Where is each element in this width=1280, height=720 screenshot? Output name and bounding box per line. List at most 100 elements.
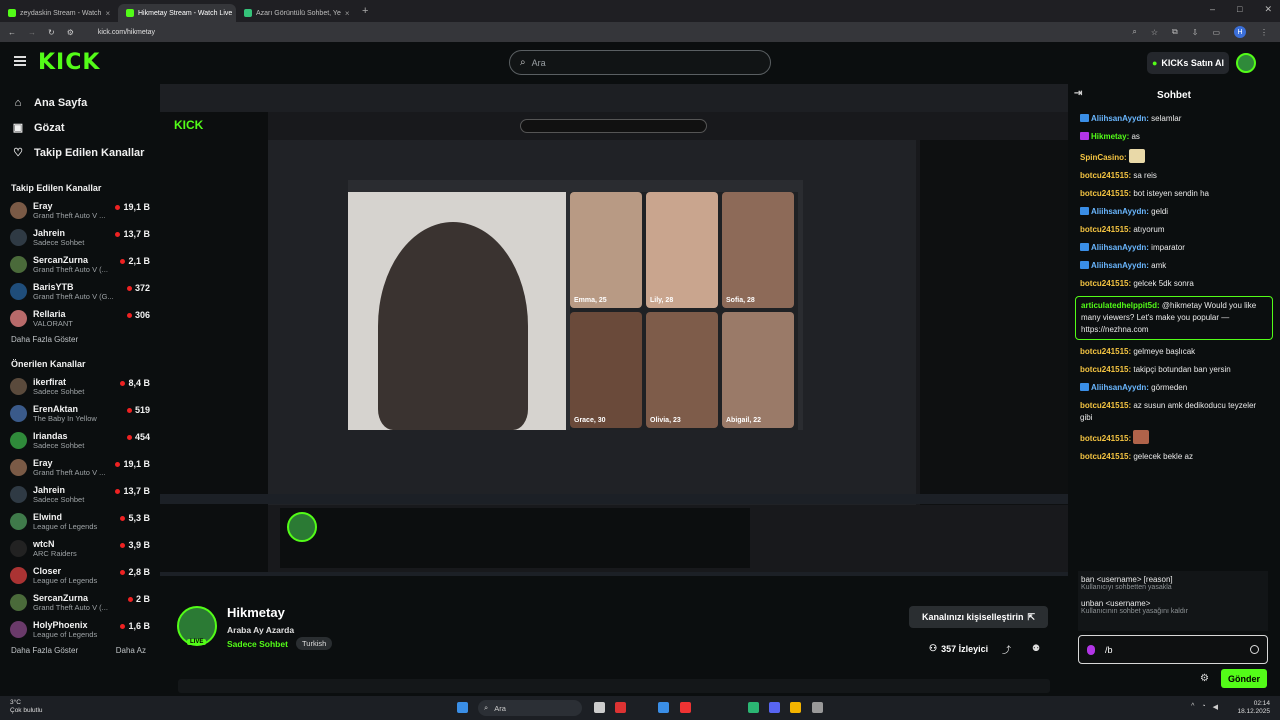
chat-text: amk — [1151, 261, 1167, 270]
search-input[interactable]: ⌕ Ara — [509, 50, 771, 75]
personalize-channel-button[interactable]: Kanalınızı kişiselleştirin ⇱ — [909, 606, 1048, 628]
close-window-button[interactable]: ✕ — [1264, 4, 1272, 15]
bookmark-star-icon[interactable]: ☆ — [1151, 28, 1158, 37]
nav-item-2[interactable]: ♡ Takip Edilen Kanallar — [0, 140, 160, 165]
tab-close-icon[interactable]: × — [105, 9, 110, 18]
streamer-name[interactable]: Hikmetay — [227, 605, 285, 620]
opera-icon[interactable] — [680, 702, 691, 713]
chat-username[interactable]: Hikmetay — [1091, 132, 1127, 141]
chat-username[interactable]: AliihsanAyydn — [1091, 383, 1146, 392]
site-header: KICK ⌕ Ara ● KICKs Satın Al — [0, 42, 1280, 84]
recommended-show-less[interactable]: Daha Az — [116, 646, 146, 658]
steam-icon[interactable] — [748, 702, 759, 713]
recommended-show-more[interactable]: Daha Fazla Göster — [11, 646, 78, 658]
file-explorer-icon[interactable] — [594, 702, 605, 713]
followed-show-more[interactable]: Daha Fazla Göster — [0, 335, 160, 347]
channel-item[interactable]: Closer League of Legends 2,8 B — [0, 562, 160, 589]
channel-item[interactable]: Elwind League of Legends 5,3 B — [0, 508, 160, 535]
minimize-button[interactable]: – — [1210, 4, 1215, 15]
collapse-chat-icon[interactable]: ⇥ — [1074, 88, 1082, 99]
weather-widget[interactable]: 3°C Çok bulutlu — [10, 699, 43, 715]
edge-icon[interactable] — [658, 702, 669, 713]
split-view-icon[interactable]: ▭ — [1212, 28, 1220, 37]
chat-username[interactable]: AliihsanAyydn — [1091, 114, 1146, 123]
nav-item-0[interactable]: ⌂ Ana Sayfa — [0, 90, 160, 115]
chat-username[interactable]: botcu241515 — [1080, 452, 1128, 461]
browser-tab[interactable]: zeydaskin Stream - Watch × — [0, 4, 118, 22]
volume-icon[interactable]: ◀ — [1213, 703, 1218, 711]
site-info-icon[interactable]: ⚙ — [67, 28, 74, 37]
chat-username[interactable]: botcu241515 — [1080, 189, 1128, 198]
channel-item[interactable]: Jahrein Sadece Sohbet 13,7 B — [0, 481, 160, 508]
profile-avatar[interactable]: H — [1234, 26, 1246, 38]
chat-username[interactable]: botcu241515 — [1080, 347, 1128, 356]
wifi-icon[interactable]: ◔ — [1201, 703, 1205, 711]
chat-message: Hikmetay: as — [1068, 128, 1280, 146]
browser-menu-icon[interactable]: ⋮ — [1260, 28, 1268, 37]
reload-icon[interactable]: ↻ — [48, 28, 55, 37]
browser-tab[interactable]: Azarı Görüntülü Sohbet, Ye × — [236, 4, 354, 22]
chat-username[interactable]: botcu241515 — [1080, 225, 1128, 234]
channel-info: ErenAktan The Baby In Yellow — [33, 404, 121, 423]
nav-item-1[interactable]: ▣ Gözat — [0, 115, 160, 140]
discord-icon[interactable] — [769, 702, 780, 713]
downloads-icon[interactable]: ⇩ — [1192, 28, 1199, 37]
channel-item[interactable]: SercanZurna Grand Theft Auto V (... 2 B — [0, 589, 160, 616]
channel-item[interactable]: Jahrein Sadece Sohbet 13,7 B — [0, 224, 160, 251]
channel-item[interactable]: BarisYTB Grand Theft Auto V (G... 372 — [0, 278, 160, 305]
language-tag[interactable]: Turkish — [296, 637, 333, 650]
channel-item[interactable]: wtcN ARC Raiders 3,9 B — [0, 535, 160, 562]
share-icon[interactable]: ⤴ — [1002, 643, 1011, 656]
chat-username[interactable]: SpinCasino — [1080, 153, 1124, 162]
channel-item[interactable]: ikerfirat Sadece Sohbet 8,4 B — [0, 373, 160, 400]
emoji-icon[interactable] — [1250, 645, 1259, 654]
channel-item[interactable]: Eray Grand Theft Auto V ... 19,1 B — [0, 454, 160, 481]
chat-input[interactable]: /b — [1078, 635, 1268, 664]
chat-username[interactable]: articulatedhelppit5d — [1081, 301, 1157, 310]
chat-username[interactable]: botcu241515 — [1080, 434, 1128, 443]
clock[interactable]: 02:14 18.12.2025 — [1237, 700, 1270, 716]
app-icon-red[interactable] — [615, 702, 626, 713]
command-suggestion[interactable]: unban <username> Kullanıcının sohbet yasa… — [1078, 595, 1268, 619]
follow-user-icon[interactable]: ⚉ — [1032, 643, 1040, 654]
hamburger-menu-icon[interactable] — [14, 56, 26, 66]
chat-username[interactable]: botcu241515 — [1080, 171, 1128, 180]
channel-item[interactable]: ErenAktan The Baby In Yellow 519 — [0, 400, 160, 427]
kick-logo[interactable]: KICK — [38, 50, 100, 75]
channel-category: Grand Theft Auto V (... — [33, 603, 108, 612]
chat-messages: AliihsanAyydn: selamlar Hikmetay: as SpinC… — [1068, 110, 1280, 466]
app-icon-grey[interactable] — [812, 702, 823, 713]
chat-username[interactable]: AliihsanAyydn — [1091, 243, 1146, 252]
personalize-label: Kanalınızı kişiselleştirin — [921, 612, 1024, 622]
new-tab-button[interactable]: + — [362, 5, 368, 17]
channel-item[interactable]: Rellaria VALORANT 306 — [0, 305, 160, 332]
stream-video-player[interactable]: KICK Emma, 25 Lily, 28 Sofia, 28 Grace, 30 O… — [160, 84, 1068, 576]
forward-icon[interactable]: → — [28, 28, 36, 37]
chat-settings-icon[interactable]: ⚙ — [1200, 673, 1209, 684]
chrome-icon[interactable] — [790, 702, 801, 713]
tray-chevron-icon[interactable]: ^ — [1191, 703, 1194, 711]
start-icon[interactable] — [457, 702, 468, 713]
send-button[interactable]: Gönder — [1221, 669, 1267, 688]
taskbar-search[interactable]: ⌕ Ara — [478, 700, 582, 716]
maximize-button[interactable]: □ — [1237, 4, 1242, 15]
channel-item[interactable]: Iriandas Sadece Sohbet 454 — [0, 427, 160, 454]
chat-username[interactable]: botcu241515 — [1080, 279, 1128, 288]
chat-username[interactable]: AliihsanAyydn — [1091, 261, 1146, 270]
command-suggestion[interactable]: ban <username> [reason] Kullanıcıyı sohbe… — [1078, 571, 1268, 595]
user-avatar[interactable] — [1236, 53, 1256, 73]
url-field[interactable]: kick.com/hikmetay — [98, 29, 155, 36]
channel-item[interactable]: SercanZurna Grand Theft Auto V (... 2,1 B — [0, 251, 160, 278]
back-icon[interactable]: ← — [8, 28, 16, 37]
chat-username[interactable]: botcu241515 — [1080, 401, 1128, 410]
stream-category[interactable]: Sadece Sohbet — [227, 639, 288, 649]
tab-close-icon[interactable]: × — [345, 9, 350, 18]
chat-username[interactable]: AliihsanAyydn — [1091, 207, 1146, 216]
browser-tab[interactable]: Hikmetay Stream - Watch Live× — [118, 4, 236, 22]
chat-username[interactable]: botcu241515 — [1080, 365, 1128, 374]
zoom-icon[interactable]: ⌕ — [1132, 27, 1136, 37]
buy-kicks-button[interactable]: ● KICKs Satın Al — [1147, 52, 1229, 74]
channel-item[interactable]: HolyPhoenix League of Legends 1,6 B — [0, 616, 160, 643]
extensions-icon[interactable]: ⧉ — [1172, 27, 1178, 37]
channel-item[interactable]: Eray Grand Theft Auto V ... 19,1 B — [0, 197, 160, 224]
